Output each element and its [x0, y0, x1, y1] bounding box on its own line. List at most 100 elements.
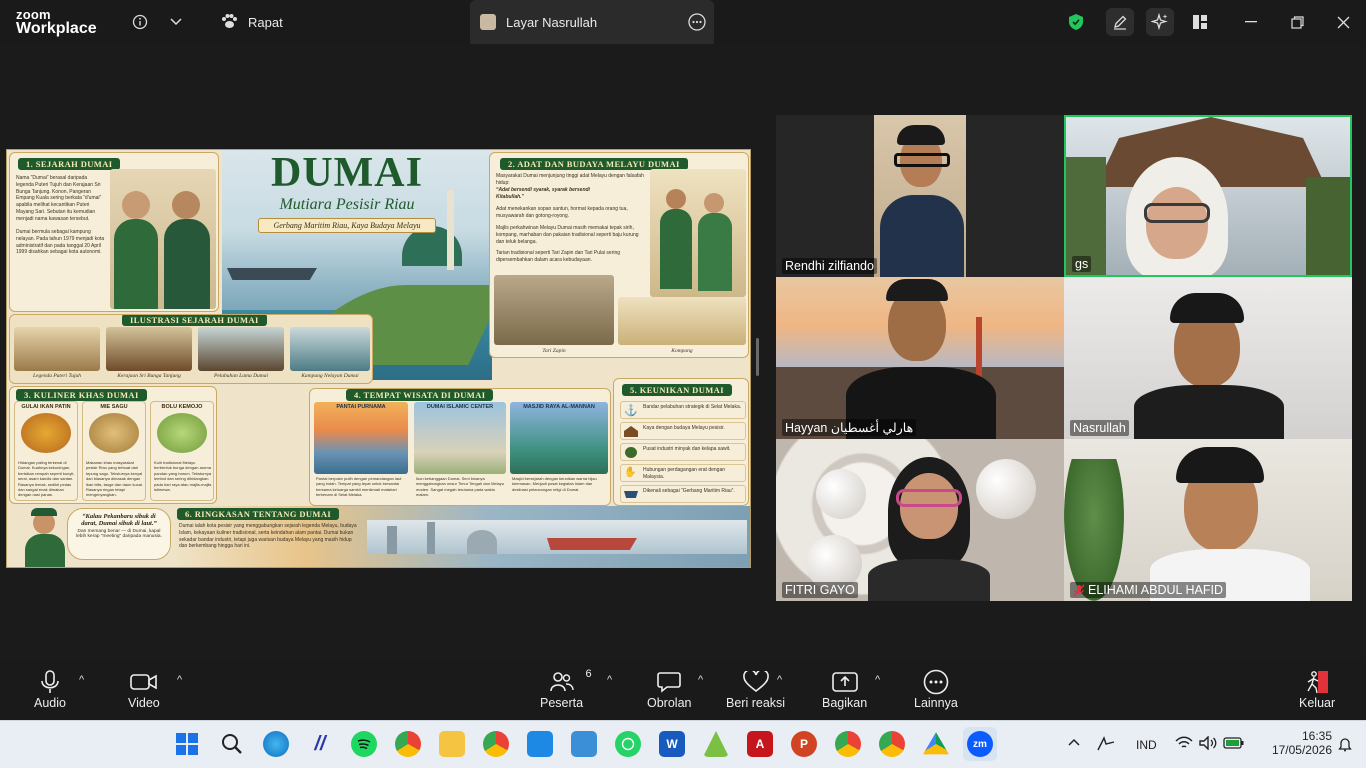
anchor-icon: ⚓ — [624, 405, 638, 417]
poster-tagline: Gerbang Maritim Riau, Kaya Budaya Melayu — [258, 218, 436, 233]
tab-meeting[interactable]: Rapat — [212, 0, 462, 44]
close-icon[interactable] — [1330, 10, 1356, 34]
react-options-caret[interactable]: ^ — [777, 674, 782, 686]
section-history-title: 1. SEJARAH DUMAI — [18, 158, 121, 170]
section-tourism: 4. TEMPAT WISATA DI DUMAI PANTAI PURNAMA… — [309, 388, 611, 506]
section-culture-text: Masyarakat Dumai menjunjung tinggi adat … — [496, 173, 644, 186]
chrome-profile-3-icon[interactable] — [879, 731, 905, 757]
volume-icon[interactable] — [1199, 735, 1217, 753]
participants-options-caret[interactable]: ^ — [607, 674, 612, 686]
kompang-illustration — [618, 297, 746, 345]
layout-icon[interactable] — [1188, 10, 1212, 34]
battery-charging-icon[interactable] — [1223, 736, 1245, 753]
word-icon[interactable]: W — [659, 731, 685, 757]
section-culture-quote: “Adat bersendi syarak, syarak bersendi K… — [496, 187, 590, 200]
paw-icon — [220, 13, 238, 32]
search-icon[interactable] — [219, 731, 245, 757]
section-summary: 6. RINGKASAN TENTANG DUMAI Dumai ialah k… — [173, 506, 359, 566]
windows-start-icon[interactable] — [174, 731, 200, 757]
spotify-icon[interactable] — [351, 731, 377, 757]
network-app-icon[interactable] — [703, 731, 729, 757]
uniqueness-item-2: Kaya dengan budaya Melayu pesisir. — [620, 422, 746, 440]
participant-hair — [897, 125, 945, 145]
google-drive-icon[interactable] — [923, 732, 949, 755]
chrome-icon[interactable] — [483, 731, 509, 757]
notes-app-icon[interactable]: // — [307, 731, 333, 757]
more-icon — [923, 668, 949, 696]
video-tile[interactable]: FITRI GAYO — [776, 439, 1064, 601]
handshake-icon: ✋ — [624, 467, 637, 478]
chat-button[interactable]: Obrolan — [647, 668, 691, 710]
section-cuisine-title: 3. KULINER KHAS DUMAI — [16, 389, 147, 401]
video-tile[interactable]: ELIHAMI ABDUL HAFID — [1064, 439, 1352, 601]
section-history-text2: Dumai bermula sebagai kampung nelayan. P… — [16, 229, 105, 256]
quote-sub: Dan memang benar — di Dumai, kapal lebih… — [76, 529, 162, 539]
participant-name: gs — [1072, 256, 1092, 272]
leave-button[interactable]: Keluar — [1299, 668, 1335, 710]
video-options-caret[interactable]: ^ — [177, 674, 182, 686]
tab-screen-share[interactable]: Layar Nasrullah — [470, 0, 714, 44]
powerpoint-icon[interactable]: P — [791, 731, 817, 757]
video-tile[interactable]: Hayyan هارلي أغسطيان — [776, 277, 1064, 439]
notification-bell-icon[interactable] — [1338, 736, 1352, 755]
participants-button[interactable]: 6 Peserta — [540, 668, 592, 710]
audio-options-caret[interactable]: ^ — [79, 674, 84, 686]
video-tile[interactable]: Nasrullah — [1064, 277, 1352, 439]
audio-button[interactable]: Audio — [34, 668, 66, 710]
show-hidden-icons-chevron[interactable] — [1068, 735, 1080, 749]
notepad-icon[interactable] — [527, 731, 553, 757]
chrome-profile-icon[interactable] — [395, 731, 421, 757]
wifi-icon[interactable] — [1175, 736, 1193, 753]
whatsapp-icon[interactable] — [615, 731, 641, 757]
language-indicator[interactable]: IND — [1136, 738, 1157, 752]
illus-caption-2: Kerajaan Sri Bunga Tanjung — [117, 373, 181, 379]
tourism-text-2: Ikon kebanggaan Dumai. Seni binanya meng… — [416, 476, 504, 498]
clock-date: 17/05/2026 — [1271, 743, 1332, 757]
avatar — [480, 14, 496, 30]
participant-name: Rendhi zilfiando — [782, 258, 877, 274]
share-options-caret[interactable]: ^ — [875, 674, 880, 686]
section-history: 1. SEJARAH DUMAI Nama “Dumai” berasal da… — [9, 152, 219, 312]
pdf-reader-icon[interactable]: A — [747, 731, 773, 757]
video-tile[interactable]: Rendhi zilfiando — [776, 115, 1064, 277]
more-button[interactable]: Lainnya — [914, 668, 958, 710]
ai-sparkle-icon[interactable] — [1146, 8, 1174, 36]
annotate-pen-icon[interactable] — [1106, 8, 1134, 36]
participants-icon: 6 — [549, 668, 592, 696]
chat-options-caret[interactable]: ^ — [698, 674, 703, 686]
video-tile-active-speaker[interactable]: gs — [1064, 115, 1352, 277]
chevron-down-icon[interactable] — [164, 10, 188, 34]
shield-icon[interactable] — [1064, 10, 1088, 34]
location-icon[interactable] — [1096, 735, 1116, 756]
shared-screen[interactable]: DUMAI Mutiara Pesisir Riau Gerbang Marit… — [6, 149, 751, 568]
clock-time: 16:35 — [1301, 729, 1332, 743]
participants-count: 6 — [585, 668, 592, 680]
tourism-text-3: Masjid bersejarah dengan keunikan warna … — [512, 476, 597, 492]
more-options-icon[interactable] — [688, 13, 706, 34]
title-block: DUMAI Mutiara Pesisir Riau Gerbang Marit… — [247, 152, 447, 233]
tree-background-right — [1306, 177, 1350, 275]
dish-mie-sagu — [89, 413, 139, 453]
uniqueness-text-2: Kaya dengan budaya Melayu pesisir. — [643, 425, 725, 431]
clock[interactable]: 16:35 17/05/2026 — [1262, 729, 1332, 757]
minimize-icon[interactable] — [1238, 10, 1264, 34]
pearl-background — [976, 459, 1036, 519]
illus-old-port — [198, 327, 284, 371]
illus-caption-1: Legenda Puteri Tujuh — [33, 373, 81, 379]
tourism-text-1: Pantai berpasir putih dengan pemandangan… — [316, 476, 402, 498]
chrome-profile-2-icon[interactable] — [835, 731, 861, 757]
file-explorer-icon[interactable] — [439, 731, 465, 757]
zoom-taskbar-active[interactable]: zm — [963, 727, 997, 761]
islamic-center-image — [414, 402, 506, 474]
edge-browser-icon[interactable] — [263, 731, 289, 757]
wedding-illustration — [650, 169, 746, 297]
info-icon[interactable] — [128, 10, 152, 34]
share-button[interactable]: Bagikan — [822, 668, 867, 710]
video-button[interactable]: Video — [128, 668, 160, 710]
resize-handle[interactable] — [756, 338, 759, 376]
meeting-toolbar: Audio ^ Video ^ 6 Peserta ^ Obrolan ^ Be… — [0, 660, 1366, 720]
section-uniqueness-title: 5. KEUNIKAN DUMAI — [622, 384, 732, 396]
remote-desktop-icon[interactable] — [571, 731, 597, 757]
restore-icon[interactable] — [1284, 10, 1310, 34]
participant-name: Hayyan هارلي أغسطيان — [782, 419, 917, 436]
